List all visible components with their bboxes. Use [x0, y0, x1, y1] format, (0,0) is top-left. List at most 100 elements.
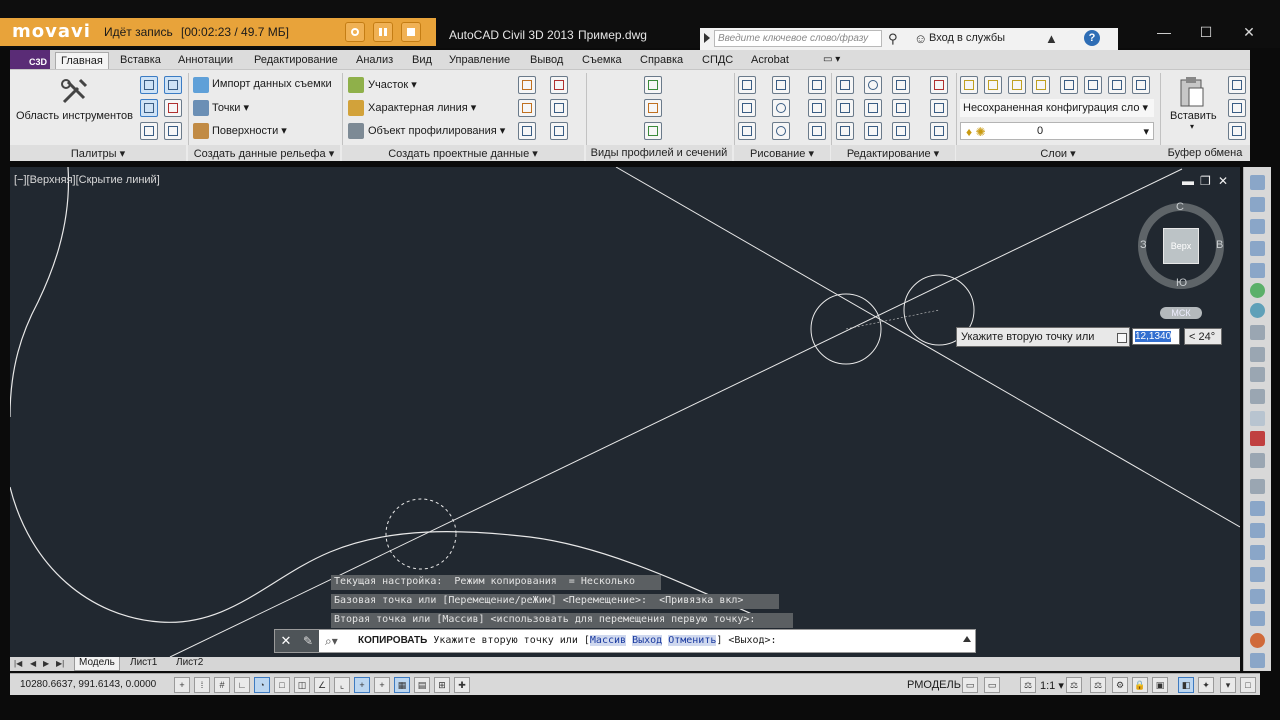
grading-button[interactable]: Объект профилирования ▾ — [368, 124, 505, 137]
sample-lines-icon[interactable] — [644, 99, 662, 117]
dim-break-icon[interactable] — [1250, 545, 1265, 560]
mirror-icon[interactable] — [864, 99, 882, 117]
world-icon[interactable] — [1250, 303, 1265, 318]
layer-freeze-icon[interactable] — [1032, 76, 1050, 94]
viewport-minimize-icon[interactable]: ▬ — [1182, 174, 1194, 188]
array-icon[interactable] — [892, 122, 910, 140]
tab-modify[interactable]: Редактирование — [249, 52, 343, 69]
application-menu-button[interactable]: C3D — [10, 50, 50, 69]
clean-screen-icon[interactable]: □ — [1240, 677, 1256, 693]
help-icon[interactable]: ? — [1084, 30, 1100, 46]
toolbox-icon[interactable] — [164, 99, 182, 117]
panel-draw[interactable]: Рисование ▾ — [734, 145, 830, 161]
drawing-canvas[interactable]: [−][Верхняя][Скрытие линий] ▬ ❐ ✕ Верх С… — [10, 167, 1240, 657]
profile-view-icon[interactable] — [644, 76, 662, 94]
dim-arc-icon[interactable] — [1250, 219, 1265, 234]
boundary-curve[interactable] — [10, 167, 70, 418]
circle-selected[interactable] — [385, 498, 457, 570]
dim-linear-icon[interactable] — [1250, 175, 1265, 190]
text-icon[interactable] — [1250, 431, 1265, 446]
polar-icon[interactable]: ◔ — [254, 677, 270, 693]
assembly-icon[interactable] — [550, 99, 568, 117]
first-layout-icon[interactable]: |◀ — [14, 659, 22, 668]
prev-layout-icon[interactable]: ◀ — [30, 659, 36, 668]
tab-annotate[interactable]: Аннотации — [173, 52, 238, 69]
corridor-icon[interactable] — [518, 122, 536, 140]
layer-state-dropdown[interactable]: Несохраненная конфигурация сло ▾ — [960, 99, 1154, 117]
oblique-icon[interactable] — [1250, 611, 1265, 626]
search-input[interactable]: Введите ключевое слово/фразу — [714, 30, 882, 47]
compass-south[interactable]: Ю — [1176, 277, 1187, 289]
copy-icon[interactable] — [836, 99, 854, 117]
rectangle-icon[interactable] — [808, 99, 826, 117]
baseline-icon[interactable] — [1250, 347, 1265, 362]
infer-icon[interactable]: + — [174, 677, 190, 693]
design-center-icon[interactable] — [164, 122, 182, 140]
diagonal-line-1[interactable] — [169, 168, 1183, 657]
recorder-stop-button[interactable] — [401, 22, 421, 42]
hardware-icon[interactable]: ▣ — [1152, 677, 1168, 693]
coordinates-readout[interactable]: 10280.6637, 991.6143, 0.0000 — [20, 679, 156, 690]
fillet-icon[interactable] — [892, 99, 910, 117]
panel-profile-views[interactable]: Виды профилей и сечений — [586, 145, 732, 161]
panel-clipboard[interactable]: Буфер обмена — [1160, 145, 1250, 161]
auto-scale-icon[interactable]: ⚖ — [1090, 677, 1106, 693]
prospector-icon[interactable] — [140, 76, 158, 94]
status-menu-icon[interactable]: ▾ — [1220, 677, 1236, 693]
trim-icon[interactable] — [892, 76, 910, 94]
render-icon[interactable] — [1250, 633, 1265, 648]
model-space-toggle[interactable]: РМОДЕЛЬ — [907, 679, 961, 691]
tool-palettes-icon[interactable] — [58, 76, 90, 108]
qp-icon[interactable]: ▤ — [414, 677, 430, 693]
stretch-icon[interactable] — [836, 122, 854, 140]
exchange-icon[interactable]: ▲ — [1045, 31, 1058, 46]
continue-icon[interactable] — [1250, 367, 1265, 382]
recorder-pause-button[interactable] — [373, 22, 393, 42]
recent-commands-icon[interactable] — [963, 636, 971, 642]
explode-icon[interactable] — [930, 99, 948, 117]
tab-output[interactable]: Вывод — [525, 52, 568, 69]
parcel-button[interactable]: Участок ▾ — [368, 78, 417, 91]
rotate-icon[interactable] — [864, 76, 882, 94]
length-input[interactable]: 12,1340 — [1132, 328, 1180, 345]
tab-layout1[interactable]: Лист1 — [126, 657, 161, 671]
options-arrow-icon[interactable] — [1117, 333, 1127, 343]
panel-layers[interactable]: Слои ▾ — [956, 145, 1160, 161]
snap-icon[interactable]: ⁞ — [194, 677, 210, 693]
last-layout-icon[interactable]: ▶| — [56, 659, 64, 668]
compass-north[interactable]: С — [1176, 201, 1184, 213]
arc-icon[interactable] — [738, 122, 756, 140]
transparency-icon[interactable]: ▦ — [394, 677, 410, 693]
layer-off-icon[interactable] — [984, 76, 1002, 94]
layer-walk-icon[interactable] — [1132, 76, 1150, 94]
tab-help[interactable]: Справка — [635, 52, 688, 69]
leader-icon[interactable] — [1250, 411, 1265, 426]
wrench-icon[interactable]: ✎ — [297, 630, 319, 652]
move-icon[interactable] — [836, 76, 854, 94]
annotation-scale-icon[interactable]: ⚖ — [1020, 677, 1036, 693]
panel-create-ground[interactable]: Создать данные рельефа ▾ — [188, 145, 340, 161]
dim-space-icon[interactable] — [1250, 523, 1265, 538]
layer-lock-icon[interactable] — [1060, 76, 1078, 94]
isolate-objects-icon[interactable]: ◧ — [1178, 677, 1194, 693]
intersection-icon[interactable] — [550, 76, 568, 94]
lock-icon[interactable]: 🔒 — [1132, 677, 1148, 693]
tab-view[interactable]: Вид — [407, 52, 437, 69]
osnap-icon[interactable]: □ — [274, 677, 290, 693]
tab-analyze[interactable]: Анализ — [351, 52, 398, 69]
quick-view-drawings-icon[interactable]: ▭ — [984, 677, 1000, 693]
edit-dim-icon[interactable] — [1250, 453, 1265, 468]
workspace-icon[interactable]: ⚙ — [1112, 677, 1128, 693]
surfaces-button[interactable]: Поверхности ▾ — [212, 124, 287, 137]
dyn-icon[interactable]: + — [354, 677, 370, 693]
maximize-button[interactable]: ☐ — [1192, 24, 1220, 42]
tab-manage[interactable]: Управление — [444, 52, 515, 69]
tab-acrobat[interactable]: Acrobat — [746, 52, 794, 69]
current-layer-dropdown[interactable]: 0 ▾ — [960, 122, 1154, 140]
settings-gear-icon[interactable] — [1250, 653, 1265, 668]
3dosnap-icon[interactable]: ◫ — [294, 677, 310, 693]
tool-palettes-button[interactable]: Область инструментов — [16, 110, 133, 122]
polyline-icon[interactable] — [772, 76, 790, 94]
layer-previous-icon[interactable] — [1108, 76, 1126, 94]
hatch-icon[interactable] — [808, 122, 826, 140]
